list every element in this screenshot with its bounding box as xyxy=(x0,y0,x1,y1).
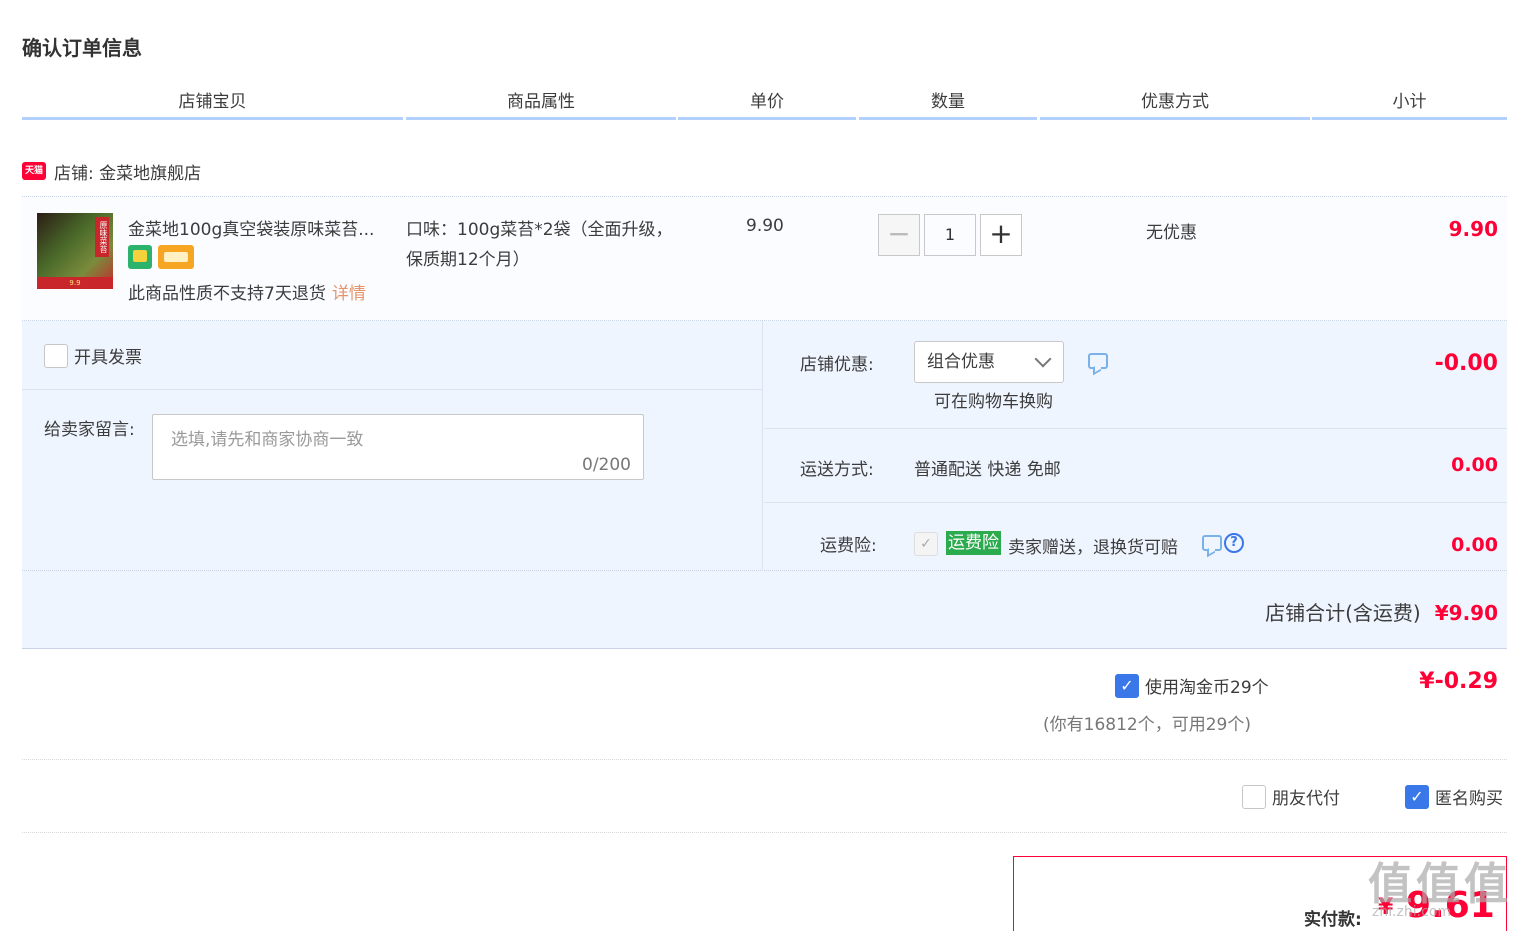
shop-discount-note: 可在购物车换购 xyxy=(934,392,1053,412)
column-header-attributes: 商品属性 xyxy=(406,88,676,120)
message-placeholder: 选填,请先和商家协商一致 xyxy=(171,430,364,450)
insurance-checkbox: ✓ xyxy=(914,532,938,556)
item-subtotal: 9.90 xyxy=(1448,217,1498,241)
coin-label: 使用淘金币29个 xyxy=(1145,678,1269,698)
shop-total-row: 店铺合计(含运费) ¥9.90 xyxy=(22,571,1507,649)
anonymous-option[interactable]: ✓ 匿名购买 xyxy=(1405,784,1503,809)
message-label: 给卖家留言: xyxy=(44,420,135,440)
chevron-down-icon xyxy=(1034,350,1052,368)
insurance-amount: 0.00 xyxy=(1451,534,1498,556)
coin-note: (你有16812个，可用29个) xyxy=(1043,715,1251,735)
insurance-row: 运费险: ✓ 运费险 卖家赠送，退换货可赔 ? 0.00 xyxy=(764,503,1507,571)
quantity-stepper: − 1 + xyxy=(878,214,1022,256)
column-header-promotion: 优惠方式 xyxy=(1040,88,1310,120)
coin-section: ✓ 使用淘金币29个 (你有16812个，可用29个) ¥-0.29 xyxy=(22,650,1507,760)
divider xyxy=(22,389,763,390)
shop-name[interactable]: 店铺: 金菜地旗舰店 xyxy=(54,159,201,184)
friend-pay-label: 朋友代付 xyxy=(1272,789,1340,809)
shop-row: 天猫 店铺: 金菜地旗舰店 xyxy=(22,158,201,184)
shipping-label: 运送方式: xyxy=(800,460,874,480)
friend-pay-checkbox[interactable] xyxy=(1242,784,1266,809)
left-options-pane: 开具发票 给卖家留言: 选填,请先和商家协商一致 0/200 xyxy=(22,321,763,571)
item-row: 原味菜苔 9.9 金菜地100g真空袋装原味菜苔... 此商品性质不支持7天退货… xyxy=(22,196,1507,321)
card-payment-icon[interactable] xyxy=(158,245,194,269)
service-badge-icon[interactable] xyxy=(128,245,152,269)
column-header-quantity: 数量 xyxy=(859,88,1037,120)
pay-options: 朋友代付 ✓ 匿名购买 xyxy=(22,760,1507,833)
anonymous-label: 匿名购买 xyxy=(1435,789,1503,809)
invoice-option[interactable]: 开具发票 xyxy=(44,343,142,368)
quantity-input[interactable]: 1 xyxy=(924,214,976,256)
order-options: 开具发票 给卖家留言: 选填,请先和商家协商一致 0/200 店铺优惠: 组合优… xyxy=(22,321,1507,571)
coin-checkbox[interactable]: ✓ xyxy=(1115,673,1139,698)
quantity-minus-button[interactable]: − xyxy=(878,214,920,256)
anonymous-checkbox[interactable]: ✓ xyxy=(1405,784,1429,809)
watermark-site: zhi.zhi.com xyxy=(1372,904,1452,920)
column-headers: 店铺宝贝 商品属性 单价 数量 优惠方式 小计 xyxy=(22,88,1507,120)
unit-price: 9.90 xyxy=(746,216,784,236)
column-header-subtotal: 小计 xyxy=(1312,88,1507,120)
shop-discount-select[interactable]: 组合优惠 xyxy=(914,341,1064,383)
shipping-amount: 0.00 xyxy=(1451,454,1498,476)
seller-message-input[interactable]: 选填,请先和商家协商一致 0/200 xyxy=(152,414,644,480)
thumbnail-promo: 9.9 xyxy=(37,277,113,289)
help-icon[interactable]: ? xyxy=(1224,533,1244,553)
shop-discount-row: 店铺优惠: 组合优惠 可在购物车换购 -0.00 xyxy=(764,321,1507,429)
no-return-text: 此商品性质不支持7天退货 xyxy=(128,284,326,304)
no-return-notice: 此商品性质不支持7天退货 详情 xyxy=(128,279,366,304)
invoice-checkbox[interactable] xyxy=(44,343,68,368)
promotion-value: 无优惠 xyxy=(1146,223,1197,243)
chat-icon[interactable] xyxy=(1202,535,1222,551)
final-payment-label: 实付款: xyxy=(1304,910,1362,930)
message-char-count: 0/200 xyxy=(582,455,631,475)
shipping-value: 普通配送 快递 免邮 xyxy=(914,460,1061,480)
quantity-plus-button[interactable]: + xyxy=(980,214,1022,256)
product-thumbnail[interactable]: 原味菜苔 9.9 xyxy=(37,213,113,289)
page-title: 确认订单信息 xyxy=(22,36,142,60)
shop-total-amount: ¥9.90 xyxy=(1434,601,1498,625)
friend-pay-option[interactable]: 朋友代付 xyxy=(1242,784,1340,809)
product-attribute: 口味：100g菜苔*2袋（全面升级，保质期12个月） xyxy=(406,220,673,270)
shop-total-label: 店铺合计(含运费) xyxy=(1265,601,1421,625)
coin-discount-amount: ¥-0.29 xyxy=(1419,669,1498,694)
chat-icon[interactable] xyxy=(1088,353,1108,369)
shop-discount-label: 店铺优惠: xyxy=(800,355,874,375)
insurance-text: 卖家赠送，退换货可赔 xyxy=(1008,538,1178,558)
insurance-tag: 运费险 xyxy=(946,531,1001,555)
right-options-pane: 店铺优惠: 组合优惠 可在购物车换购 -0.00 运送方式: 普通配送 快递 免… xyxy=(764,321,1507,571)
shop-total: 店铺合计(含运费) ¥9.90 xyxy=(1265,597,1498,626)
shop-discount-selected: 组合优惠 xyxy=(927,352,995,372)
insurance-label: 运费险: xyxy=(820,536,877,556)
thumbnail-label: 原味菜苔 xyxy=(95,217,109,257)
shipping-row: 运送方式: 普通配送 快递 免邮 0.00 xyxy=(764,429,1507,503)
column-header-unit-price: 单价 xyxy=(678,88,856,120)
invoice-label: 开具发票 xyxy=(74,348,142,368)
tmall-icon: 天猫 xyxy=(22,162,46,180)
shop-discount-amount: -0.00 xyxy=(1434,351,1498,376)
coin-option[interactable]: ✓ 使用淘金币29个 xyxy=(1115,673,1269,698)
column-header-shop-item: 店铺宝贝 xyxy=(22,88,403,120)
details-link[interactable]: 详情 xyxy=(332,284,366,304)
watermark-logo: 值值值 xyxy=(1368,859,1512,910)
product-title[interactable]: 金菜地100g真空袋装原味菜苔... xyxy=(128,215,390,240)
